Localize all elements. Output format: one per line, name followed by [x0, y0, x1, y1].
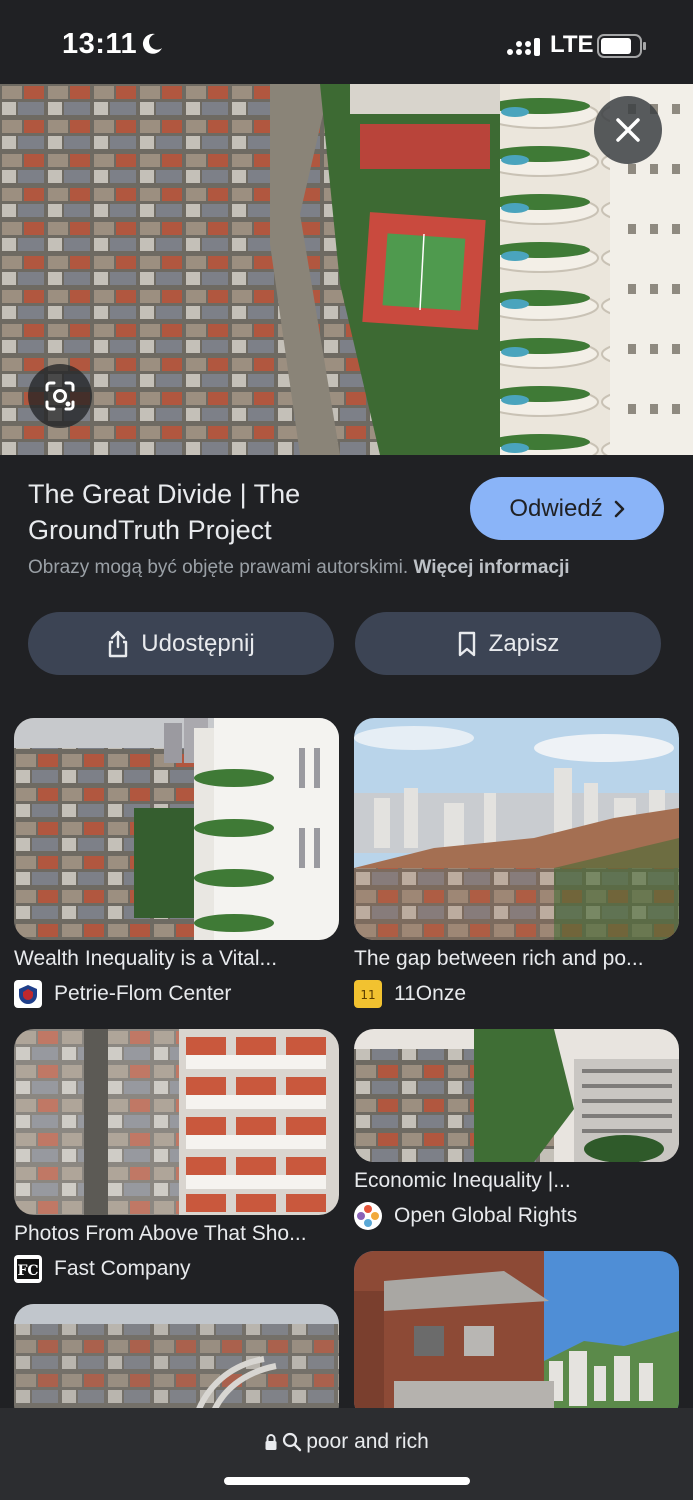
home-indicator[interactable]: [224, 1477, 470, 1485]
related-image[interactable]: [354, 1251, 679, 1421]
related-image[interactable]: [354, 718, 679, 940]
copyright-text: Obrazy mogą być objęte prawami autorskim…: [28, 557, 409, 578]
fast-company-favicon: FC: [14, 1255, 42, 1283]
bottom-address-bar[interactable]: [0, 1408, 693, 1500]
save-button[interactable]: Zapisz: [355, 612, 661, 675]
related-title[interactable]: Wealth Inequality is a Vital...: [14, 947, 339, 971]
lens-icon: [45, 381, 75, 411]
result-title[interactable]: The Great Divide | The GroundTruth Proje…: [28, 476, 438, 548]
signal-icon: [507, 38, 540, 56]
copyright-notice: Obrazy mogą być objęte prawami autorskim…: [28, 557, 678, 579]
status-bar: 13:11 LTE: [0, 0, 693, 84]
11onze-favicon: 11: [354, 980, 382, 1008]
close-button[interactable]: [594, 96, 662, 164]
search-icon: [283, 1432, 302, 1452]
lens-search-button[interactable]: [28, 364, 92, 428]
svg-text:11: 11: [360, 988, 375, 1002]
visit-label: Odwiedź: [509, 494, 603, 522]
moon-icon: [142, 33, 162, 54]
visit-button[interactable]: Odwiedź: [470, 477, 664, 540]
status-time: 13:11: [62, 28, 138, 60]
hero-image[interactable]: [0, 84, 693, 455]
related-source[interactable]: FC Fast Company: [14, 1255, 191, 1283]
open-global-rights-favicon: [354, 1202, 382, 1230]
close-icon: [616, 118, 640, 142]
page: 13:11 LTE The Great Divide | The GroundT…: [0, 0, 693, 1500]
battery-icon: [597, 34, 646, 58]
related-title[interactable]: Economic Inequality |...: [354, 1169, 679, 1193]
share-label: Udostępnij: [141, 629, 255, 657]
related-image[interactable]: [14, 718, 339, 940]
related-title[interactable]: The gap between rich and po...: [354, 947, 679, 971]
search-query: poor and rich: [306, 1430, 429, 1453]
related-image[interactable]: [354, 1029, 679, 1162]
petrie-flom-favicon: [14, 980, 42, 1008]
more-info-link[interactable]: Więcej informacji: [413, 557, 569, 578]
related-source[interactable]: 11 11Onze: [354, 980, 466, 1008]
related-image[interactable]: [14, 1304, 339, 1424]
share-button[interactable]: Udostępnij: [28, 612, 334, 675]
related-image[interactable]: [14, 1029, 339, 1215]
chevron-right-icon: [614, 500, 624, 517]
related-source-name: Fast Company: [54, 1257, 191, 1280]
related-source[interactable]: Open Global Rights: [354, 1202, 577, 1230]
address-field[interactable]: poor and rich: [0, 1430, 693, 1454]
related-source-name: 11Onze: [394, 982, 466, 1005]
svg-text:FC: FC: [17, 1263, 38, 1279]
related-title[interactable]: Photos From Above That Sho...: [14, 1222, 339, 1246]
related-source-name: Petrie-Flom Center: [54, 982, 232, 1005]
save-label: Zapisz: [488, 629, 560, 657]
related-source[interactable]: Petrie-Flom Center: [14, 980, 231, 1008]
lock-icon: [265, 1434, 277, 1450]
bookmark-icon: [458, 631, 475, 656]
share-icon: [109, 630, 128, 657]
network-label: LTE: [550, 31, 594, 58]
related-source-name: Open Global Rights: [394, 1204, 578, 1227]
